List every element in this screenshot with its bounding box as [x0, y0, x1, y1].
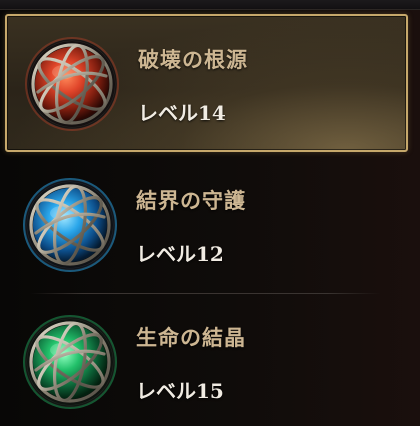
blue-orb-icon [22, 177, 118, 273]
orb-list-screen: 破壊の根源 レベル14 結界の守護 レベル12 生命の結晶 レベル15 [0, 0, 420, 426]
orb-name: 結界の守護 [136, 188, 246, 213]
orb-item-barrier[interactable]: 結界の守護 レベル12 [5, 157, 408, 295]
orb-name: 破壊の根源 [138, 47, 248, 72]
orb-svg [25, 37, 119, 131]
orb-level: レベル15 [136, 379, 224, 403]
orb-name: 生命の結晶 [136, 325, 246, 350]
orb-svg [23, 315, 117, 409]
green-orb-icon [22, 314, 118, 410]
red-orb-icon [24, 36, 120, 132]
orb-svg [23, 178, 117, 272]
orb-level: レベル14 [138, 101, 226, 125]
orb-level: レベル12 [136, 242, 224, 266]
orb-item-destruction[interactable]: 破壊の根源 レベル14 [5, 14, 408, 152]
top-bar [0, 0, 420, 10]
orb-item-life[interactable]: 生命の結晶 レベル15 [5, 294, 408, 426]
